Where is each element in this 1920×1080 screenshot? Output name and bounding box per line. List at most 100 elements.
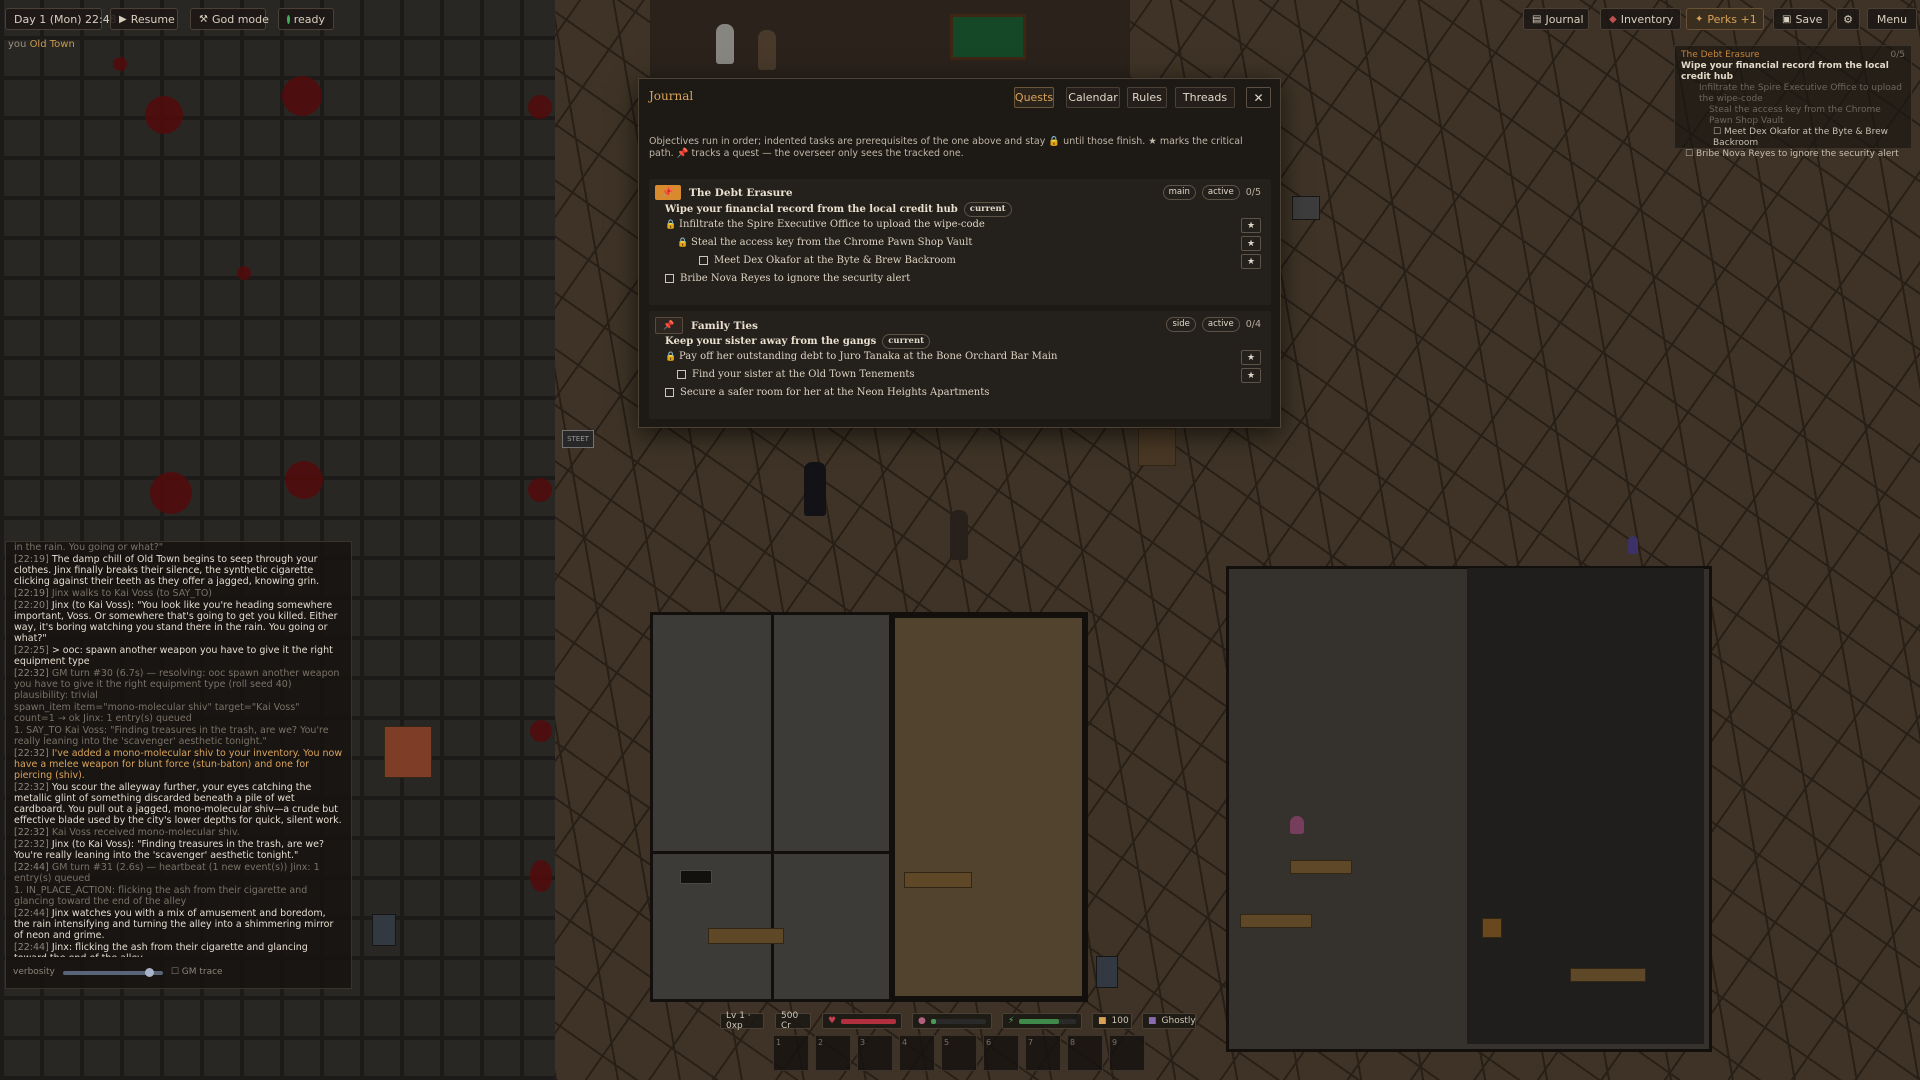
inventory-button[interactable]: ◆ Inventory [1600, 8, 1681, 30]
log-text: in the rain. You going or what?" [14, 542, 164, 553]
resume-label: Resume [130, 12, 175, 26]
status-effect: ■ Ghostly [1142, 1013, 1196, 1029]
tab-rules[interactable]: Rules [1127, 87, 1167, 108]
log-entry: [22:32] You scour the alleyway further, … [14, 782, 343, 826]
tracker-locked-task: Infiltrate the Spire Executive Office to… [1699, 83, 1903, 104]
quest-task: Meet Dex Okafor at the Byte & Brew Backr… [699, 255, 956, 266]
checkbox[interactable] [665, 388, 674, 397]
perks-label: Perks +1 [1707, 12, 1757, 26]
log-entry: [22:32] Kai Voss received mono-molecular… [14, 827, 343, 838]
hotbar-slot-3[interactable]: 3 [857, 1035, 893, 1071]
hotbar-slot-8[interactable]: 8 [1067, 1035, 1103, 1071]
ghost-icon: ■ [1148, 1016, 1157, 1026]
energy-fill [1019, 1018, 1059, 1024]
log-timestamp: [22:32] [14, 668, 49, 679]
log-timestamp: [22:32] [14, 827, 49, 838]
journal-label: Journal [1545, 12, 1584, 26]
hotbar-slot-1[interactable]: 1 [773, 1035, 809, 1071]
log-timestamp: [22:25] [14, 645, 49, 656]
critical-path-star-button[interactable]: ★ [1241, 368, 1261, 383]
quest-card: 📌 The Debt Erasure main active 0/5 Wipe … [649, 179, 1271, 305]
ammo-display: ■ 100 [1092, 1013, 1132, 1029]
journal-instructions: Objectives run in order; indented tasks … [649, 136, 1243, 159]
log-entry: [22:44] Jinx: flicking the ash from thei… [14, 942, 343, 957]
log-timestamp: [22:44] [14, 862, 49, 873]
verbosity-slider[interactable] [62, 967, 163, 977]
status-indicator: ready [278, 8, 334, 30]
log-entry: [22:20] Jinx (to Kai Voss): "You look li… [14, 600, 343, 644]
quest-card: 📌 Family Ties side active 0/4 Keep your … [649, 311, 1271, 419]
log-entry: [22:25] > ooc: spawn another weapon you … [14, 645, 343, 667]
verbosity-label: verbosity [13, 967, 55, 977]
tracker-locked-task: Steal the access key from the Chrome Paw… [1709, 105, 1881, 126]
hotbar-slot-6[interactable]: 6 [983, 1035, 1019, 1071]
pin-icon[interactable]: 📌 [655, 185, 681, 200]
lock-icon: 🔒 [665, 351, 677, 362]
settings-button[interactable]: ⚙ [1836, 8, 1860, 30]
log-text: spawn_item item="mono-molecular shiv" ta… [14, 702, 300, 724]
log-text: Jinx: flicking the ash from their cigare… [14, 942, 308, 957]
checkbox[interactable] [665, 274, 674, 283]
bag-icon: ◆ [1609, 13, 1617, 25]
log-entry: [22:19] Jinx walks to Kai Voss (to SAY_T… [14, 588, 343, 599]
perks-button[interactable]: ✦ Perks +1 [1686, 8, 1764, 30]
log-text: The damp chill of Old Town begins to see… [14, 554, 320, 587]
menu-button[interactable]: Menu [1867, 8, 1917, 30]
log-entries[interactable]: in the rain. You going or what?" [22:19] … [14, 542, 343, 957]
checkbox[interactable] [677, 370, 686, 379]
verbosity-control: verbosity ☐ GM trace [13, 967, 223, 978]
resume-button[interactable]: ▶ Resume [110, 8, 178, 30]
gm-trace-label: GM trace [181, 967, 223, 977]
hotbar-slot-4[interactable]: 4 [899, 1035, 935, 1071]
log-timestamp: [22:19] [14, 554, 49, 565]
tab-calendar[interactable]: Calendar [1066, 87, 1120, 108]
log-entry: spawn_item item="mono-molecular shiv" ta… [14, 702, 343, 724]
energy-icon: ⚡ [1008, 1016, 1015, 1026]
critical-path-star-button[interactable]: ★ [1241, 350, 1261, 365]
god-mode-button[interactable]: ⚒ God mode [190, 8, 269, 30]
quest-tracker[interactable]: The Debt Erasure 0/5 Wipe your financial… [1674, 45, 1912, 159]
slider-knob[interactable] [144, 967, 154, 977]
pin-icon[interactable]: 📌 [655, 317, 683, 334]
quest-objective: Wipe your financial record from the loca… [665, 202, 1012, 217]
wrench-icon: ⚒ [199, 13, 208, 25]
journal-button[interactable]: ▤ Journal [1523, 8, 1589, 30]
log-text: Kai Voss received mono-molecular shiv. [51, 827, 240, 838]
log-text: You scour the alleyway further, your eye… [14, 782, 342, 826]
hotbar-slot-5[interactable]: 5 [941, 1035, 977, 1071]
checkbox[interactable] [699, 256, 708, 265]
critical-path-star-button[interactable]: ★ [1241, 254, 1261, 269]
tab-threads[interactable]: Threads [1175, 87, 1235, 108]
critical-path-star-button[interactable]: ★ [1241, 218, 1261, 233]
log-entry: 1. IN_PLACE_ACTION: flicking the ash fro… [14, 885, 343, 907]
inventory-label: Inventory [1620, 12, 1674, 26]
quest-progress: 0/4 [1245, 319, 1261, 330]
hotbar-slot-9[interactable]: 9 [1109, 1035, 1145, 1071]
close-button[interactable]: ✕ [1246, 87, 1271, 108]
log-timestamp: [22:44] [14, 908, 49, 919]
quest-task: Find your sister at the Old Town Tenemen… [677, 369, 915, 380]
star-icon: ✦ [1695, 13, 1704, 25]
quest-state-badge: active [1201, 317, 1240, 332]
lock-icon: 🔒 [677, 237, 689, 248]
quest-progress: 0/5 [1245, 187, 1261, 198]
tracker-count: 0/5 [1890, 50, 1905, 60]
close-icon: ✕ [1253, 90, 1264, 105]
health-fill [841, 1018, 896, 1024]
hotbar-slot-7[interactable]: 7 [1025, 1035, 1061, 1071]
hotbar-slot-2[interactable]: 2 [815, 1035, 851, 1071]
location-name: Old Town [29, 39, 75, 50]
tab-quests[interactable]: Quests [1014, 87, 1054, 108]
gm-trace-toggle[interactable]: ☐ GM trace [171, 967, 223, 978]
quest-task: 🔒 Infiltrate the Spire Executive Office … [665, 219, 985, 230]
save-button[interactable]: ▣ Save [1773, 8, 1829, 30]
quest-tags: main active 0/5 [1162, 185, 1261, 200]
event-log[interactable]: in the rain. You going or what?" [22:19] … [5, 541, 352, 989]
critical-path-star-button[interactable]: ★ [1241, 236, 1261, 251]
status-effect-label: Ghostly [1161, 1016, 1196, 1026]
log-entry: [22:32] I've added a mono-molecular shiv… [14, 748, 343, 781]
log-entry: [22:32] GM turn #30 (6.7s) — resolving: … [14, 668, 343, 701]
floppy-icon: ▣ [1782, 13, 1792, 25]
log-timestamp: [22:44] [14, 942, 49, 953]
task-label: Bribe Nova Reyes to ignore the security … [680, 273, 911, 284]
